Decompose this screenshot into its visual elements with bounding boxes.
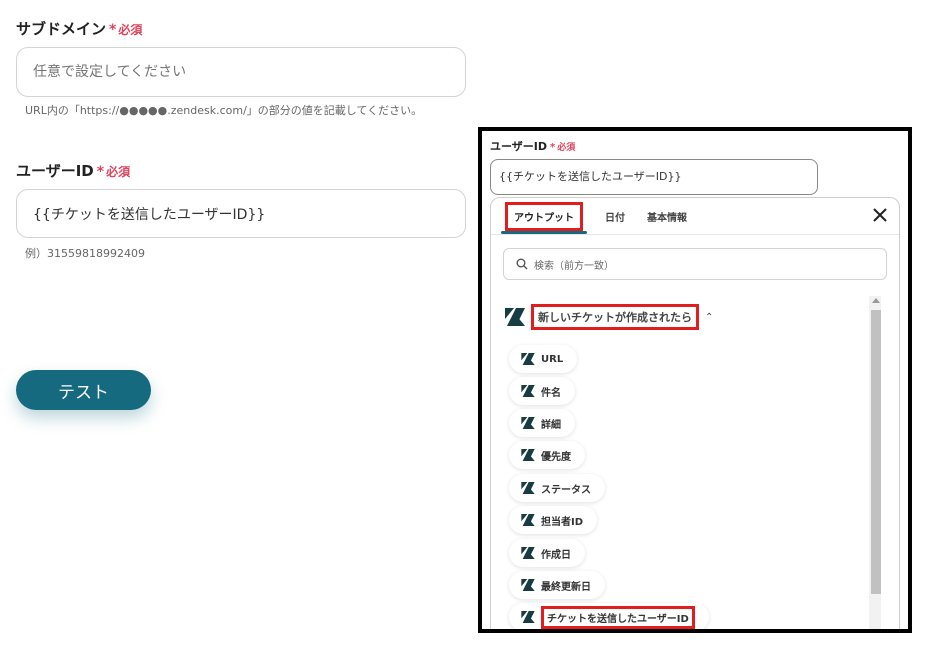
output-item-status[interactable]: ステータス <box>509 474 605 502</box>
scroll-up-arrow[interactable] <box>872 298 880 303</box>
search-icon <box>516 258 528 270</box>
output-popup: アウトプット 日付 基本情報 検索（前方一致） 新しいチケットが作成されたら ⌃ <box>490 197 900 629</box>
output-picker-panel: ユーザーID * 必須 {{チケットを送信したユーザーID}} アウトプット 日付 … <box>478 127 912 633</box>
tab-bar: アウトプット 日付 基本情報 <box>501 198 709 234</box>
required-asterisk: * <box>96 164 105 180</box>
search-placeholder: 検索（前方一致） <box>534 260 614 272</box>
tabs-divider <box>491 234 899 235</box>
zendesk-icon <box>521 611 535 623</box>
chevron-up-icon[interactable]: ⌃ <box>705 312 713 323</box>
zendesk-icon <box>505 308 525 326</box>
required-asterisk: * <box>550 142 556 153</box>
zendesk-icon <box>521 417 535 429</box>
user-id-label: ユーザーID * 必須 <box>16 162 131 180</box>
trigger-group-header[interactable]: 新しいチケットが作成されたら ⌃ <box>505 304 713 330</box>
zendesk-icon <box>521 385 535 397</box>
panel-user-id-label: ユーザーID * 必須 <box>490 140 576 153</box>
scrollbar-thumb[interactable] <box>871 310 881 594</box>
zendesk-icon <box>521 514 535 526</box>
zendesk-icon <box>521 579 535 591</box>
zendesk-icon <box>521 353 535 365</box>
panel-user-id-input[interactable]: {{チケットを送信したユーザーID}} <box>490 159 818 195</box>
subdomain-label: サブドメイン * 必須 <box>16 20 143 38</box>
highlighted-item-label: チケットを送信したユーザーID <box>541 605 695 629</box>
close-icon[interactable] <box>871 206 889 224</box>
output-item-url[interactable]: URL <box>509 345 578 373</box>
required-text: 必須 <box>557 143 576 153</box>
tab-output[interactable]: アウトプット <box>505 201 583 231</box>
output-item-subject[interactable]: 件名 <box>509 377 575 405</box>
zendesk-icon <box>521 482 535 494</box>
output-item-updated-at[interactable]: 最終更新日 <box>509 571 605 599</box>
output-item-assignee-id[interactable]: 担当者ID <box>509 506 598 534</box>
user-id-input[interactable] <box>16 189 466 238</box>
output-item-description[interactable]: 詳細 <box>509 409 575 437</box>
zendesk-icon <box>521 547 535 559</box>
tab-date[interactable]: 日付 <box>605 209 625 224</box>
zendesk-icon <box>521 449 535 461</box>
output-item-requester-id[interactable]: チケットを送信したユーザーID <box>509 603 709 629</box>
tab-basic-info[interactable]: 基本情報 <box>647 209 687 224</box>
test-button[interactable]: テスト <box>16 370 151 410</box>
output-item-created-at[interactable]: 作成日 <box>509 539 585 567</box>
subdomain-hint: URL内の「https://●●●●●.zendesk.com/」の部分の値を記… <box>25 104 423 117</box>
search-input[interactable]: 検索（前方一致） <box>503 248 887 280</box>
user-id-hint: 例）31559818992409 <box>25 247 145 260</box>
trigger-group-title: 新しいチケットが作成されたら <box>531 304 699 330</box>
required-text: 必須 <box>106 165 131 179</box>
required-text: 必須 <box>118 23 143 37</box>
required-asterisk: * <box>109 22 117 38</box>
subdomain-input[interactable] <box>16 47 466 97</box>
output-item-priority[interactable]: 優先度 <box>509 441 585 469</box>
